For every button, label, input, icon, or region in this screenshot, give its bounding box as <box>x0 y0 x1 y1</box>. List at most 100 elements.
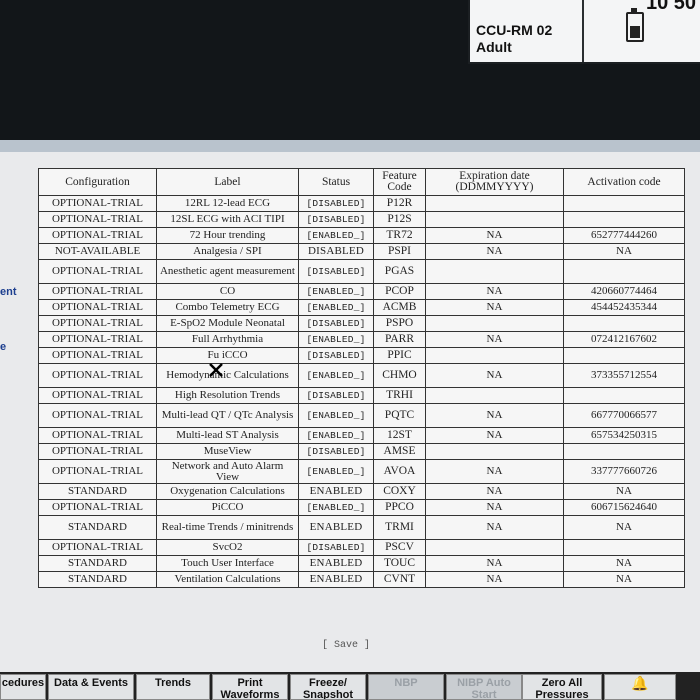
cell-configuration: OPTIONAL-TRIAL <box>38 227 157 244</box>
cell-expiration[interactable]: NA <box>425 459 564 484</box>
cell-status: [DISABLED] <box>298 315 374 332</box>
cell-expiration[interactable] <box>425 259 564 284</box>
cell-expiration[interactable]: NA <box>425 243 564 260</box>
cell-activation-code[interactable] <box>563 259 685 284</box>
table-row[interactable]: OPTIONAL-TRIAL Multi-lead ST Analysis [ENA… <box>38 427 685 444</box>
table-row[interactable]: OPTIONAL-TRIAL Anesthetic agent measureme… <box>38 259 685 284</box>
left-fragment-text: e <box>0 341 7 353</box>
table-row[interactable]: OPTIONAL-TRIAL 72 Hour trending [ENABLED_]… <box>38 227 685 244</box>
cell-expiration[interactable]: NA <box>425 227 564 244</box>
cell-activation-code[interactable]: 420660774464 <box>563 283 685 300</box>
cell-configuration: OPTIONAL-TRIAL <box>38 363 157 388</box>
alarm-button[interactable]: 🔔 <box>604 674 676 700</box>
cell-expiration[interactable]: NA <box>425 283 564 300</box>
cell-activation-code[interactable] <box>563 211 685 228</box>
cell-configuration: STANDARD <box>38 483 157 500</box>
table-row[interactable]: OPTIONAL-TRIAL 12RL 12-lead ECG [DISABLED]… <box>38 195 685 212</box>
cell-expiration[interactable] <box>425 315 564 332</box>
table-row[interactable]: STANDARD Oxygenation Calculations ENABLED C… <box>38 483 685 500</box>
zero-all-pressures-button[interactable]: Zero All Pressures <box>522 674 602 700</box>
table-row[interactable]: OPTIONAL-TRIAL Combo Telemetry ECG [ENABLE… <box>38 299 685 316</box>
cell-activation-code[interactable] <box>563 347 685 364</box>
cell-expiration[interactable]: NA <box>425 483 564 500</box>
cell-activation-code[interactable]: 657534250315 <box>563 427 685 444</box>
trends-button[interactable]: Trends <box>136 674 210 700</box>
cell-expiration[interactable] <box>425 347 564 364</box>
cell-status: [ENABLED_] <box>298 499 374 516</box>
cell-status: [DISABLED] <box>298 539 374 556</box>
cell-expiration[interactable]: NA <box>425 571 564 588</box>
cell-feature-code: PGAS <box>373 259 426 284</box>
freeze-snapshot-button[interactable]: Freeze/ Snapshot <box>290 674 366 700</box>
cell-activation-code[interactable]: 606715624640 <box>563 499 685 516</box>
cell-activation-code[interactable] <box>563 443 685 460</box>
cell-label: E-SpO2 Module Neonatal <box>156 315 299 332</box>
data-events-button[interactable]: Data & Events <box>48 674 134 700</box>
cell-activation-code[interactable] <box>563 315 685 332</box>
table-row[interactable]: OPTIONAL-TRIAL Fu iCCO [DISABLED] PPIC <box>38 347 685 364</box>
cell-activation-code[interactable] <box>563 195 685 212</box>
feature-table: Configuration Label Status Feature Code … <box>38 168 685 588</box>
table-row[interactable]: NOT-AVAILABLE Analgesia / SPI DISABLED PSPI… <box>38 243 685 260</box>
cell-expiration[interactable]: NA <box>425 299 564 316</box>
cell-expiration[interactable]: NA <box>425 515 564 540</box>
table-row[interactable]: STANDARD Touch User Interface ENABLED TOUC N… <box>38 555 685 572</box>
cell-feature-code: TOUC <box>373 555 426 572</box>
table-row[interactable]: OPTIONAL-TRIAL Full Arrhythmia [ENABLED_] P… <box>38 331 685 348</box>
cell-activation-code[interactable]: 652777444260 <box>563 227 685 244</box>
cell-activation-code[interactable]: 337777660726 <box>563 459 685 484</box>
print-waveforms-button[interactable]: Print Waveforms <box>212 674 288 700</box>
table-row[interactable]: OPTIONAL-TRIAL E-SpO2 Module Neonatal [DIS… <box>38 315 685 332</box>
cell-expiration[interactable]: NA <box>425 427 564 444</box>
cell-expiration[interactable] <box>425 539 564 556</box>
cell-expiration[interactable]: NA <box>425 499 564 516</box>
table-row[interactable]: OPTIONAL-TRIAL PiCCO [ENABLED_] PPCO NA 60671… <box>38 499 685 516</box>
save-button[interactable]: [ Save ] <box>322 640 370 651</box>
cell-status: [ENABLED_] <box>298 363 374 388</box>
cell-feature-code: PPIC <box>373 347 426 364</box>
cell-status: ENABLED <box>298 555 374 572</box>
table-row[interactable]: OPTIONAL-TRIAL 12SL ECG with ACI TIPI [DIS… <box>38 211 685 228</box>
table-row[interactable]: OPTIONAL-TRIAL Hemodynamic Calculations [E… <box>38 363 685 388</box>
cell-configuration: OPTIONAL-TRIAL <box>38 331 157 348</box>
cell-activation-code[interactable]: NA <box>563 555 685 572</box>
cell-expiration[interactable] <box>425 211 564 228</box>
table-row[interactable]: OPTIONAL-TRIAL High Resolution Trends [DIS… <box>38 387 685 404</box>
cell-activation-code[interactable]: 667770066577 <box>563 403 685 428</box>
col-header-feature-code: Feature Code <box>373 168 426 196</box>
cell-activation-code[interactable]: NA <box>563 571 685 588</box>
cell-activation-code[interactable]: NA <box>563 515 685 540</box>
cell-expiration[interactable]: NA <box>425 331 564 348</box>
table-row[interactable]: STANDARD Real-time Trends / minitrends ENA… <box>38 515 685 540</box>
cell-activation-code[interactable] <box>563 539 685 556</box>
cell-activation-code[interactable] <box>563 387 685 404</box>
table-row[interactable]: OPTIONAL-TRIAL CO [ENABLED_] PCOP NA 42066077… <box>38 283 685 300</box>
nibp-auto-start-button[interactable]: NIBP Auto Start <box>446 674 522 700</box>
cell-label: Multi-lead ST Analysis <box>156 427 299 444</box>
cell-configuration: OPTIONAL-TRIAL <box>38 427 157 444</box>
cell-expiration[interactable] <box>425 195 564 212</box>
cell-activation-code[interactable]: NA <box>563 243 685 260</box>
table-row[interactable]: OPTIONAL-TRIAL Multi-lead QT / QTc Analys… <box>38 403 685 428</box>
table-header-row: Configuration Label Status Feature Code … <box>38 168 685 196</box>
cell-feature-code: CVNT <box>373 571 426 588</box>
table-row[interactable]: STANDARD Ventilation Calculations ENABLED C… <box>38 571 685 588</box>
cell-expiration[interactable]: NA <box>425 363 564 388</box>
nbp-button[interactable]: NBP <box>368 674 444 700</box>
cell-expiration[interactable]: NA <box>425 555 564 572</box>
cell-activation-code[interactable]: 072412167602 <box>563 331 685 348</box>
cell-status: [DISABLED] <box>298 443 374 460</box>
cell-activation-code[interactable]: 454452435344 <box>563 299 685 316</box>
procedures-button[interactable]: cedures <box>0 674 46 700</box>
patient-type-label: Adult <box>476 39 512 55</box>
table-row[interactable]: OPTIONAL-TRIAL Network and Auto Alarm Vie… <box>38 459 685 484</box>
cell-activation-code[interactable]: NA <box>563 483 685 500</box>
col-header-configuration: Configuration <box>38 168 157 196</box>
cell-expiration[interactable] <box>425 387 564 404</box>
patient-status-panel: CCU-RM 02 Adult 10 50 <box>468 0 700 64</box>
table-row[interactable]: OPTIONAL-TRIAL MuseView [DISABLED] AMSE <box>38 443 685 460</box>
cell-activation-code[interactable]: 373355712554 <box>563 363 685 388</box>
cell-expiration[interactable]: NA <box>425 403 564 428</box>
table-row[interactable]: OPTIONAL-TRIAL SvcO2 [DISABLED] PSCV <box>38 539 685 556</box>
cell-expiration[interactable] <box>425 443 564 460</box>
